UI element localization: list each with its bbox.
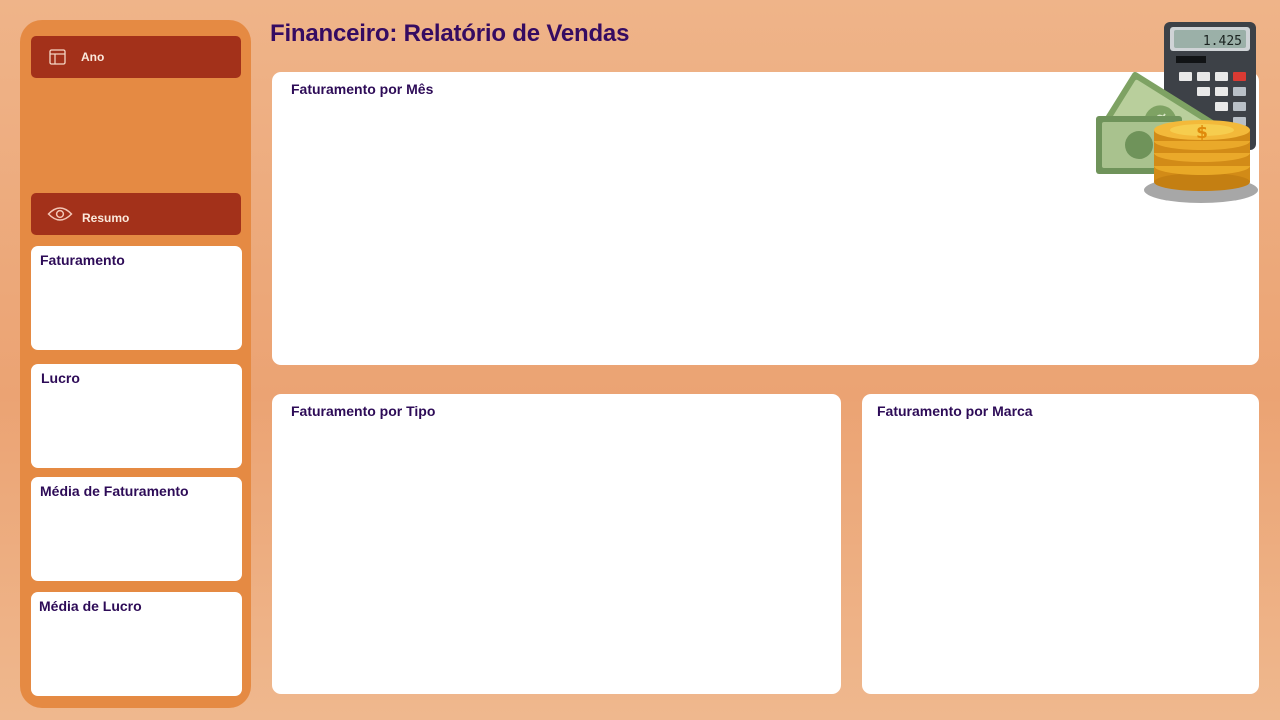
panel-title: Faturamento por Marca bbox=[877, 403, 1033, 419]
kpi-title: Média de Faturamento bbox=[40, 483, 189, 499]
panel-title: Faturamento por Tipo bbox=[291, 403, 436, 419]
summary-label: Resumo bbox=[82, 211, 130, 225]
kpi-title: Faturamento bbox=[40, 252, 125, 268]
year-filter-label: Ano bbox=[81, 50, 105, 64]
panel-title: Faturamento por Mês bbox=[291, 81, 434, 97]
svg-text:$: $ bbox=[1196, 123, 1208, 143]
year-filter-button[interactable]: Ano bbox=[31, 36, 241, 78]
eye-icon bbox=[47, 206, 73, 222]
sidebar: Ano Resumo Faturamento Lucro Média de Fa… bbox=[20, 20, 251, 708]
calculator-display: 1.425 bbox=[1203, 34, 1242, 49]
summary-button[interactable]: Resumo bbox=[31, 193, 241, 235]
money-calculator-coins-icon: 1.425 $ bbox=[1090, 20, 1262, 208]
kpi-card-average-revenue: Média de Faturamento bbox=[31, 477, 242, 581]
kpi-card-profit: Lucro bbox=[31, 364, 242, 468]
kpi-card-revenue: Faturamento bbox=[31, 246, 242, 350]
revenue-by-brand-panel: Faturamento por Marca bbox=[862, 394, 1259, 694]
kpi-title: Média de Lucro bbox=[39, 598, 142, 614]
page-title: Financeiro: Relatório de Vendas bbox=[270, 20, 630, 47]
kpi-card-average-profit: Média de Lucro bbox=[31, 592, 242, 696]
revenue-by-type-panel: Faturamento por Tipo bbox=[272, 394, 841, 694]
table-layout-icon bbox=[49, 49, 66, 65]
kpi-title: Lucro bbox=[41, 370, 80, 386]
